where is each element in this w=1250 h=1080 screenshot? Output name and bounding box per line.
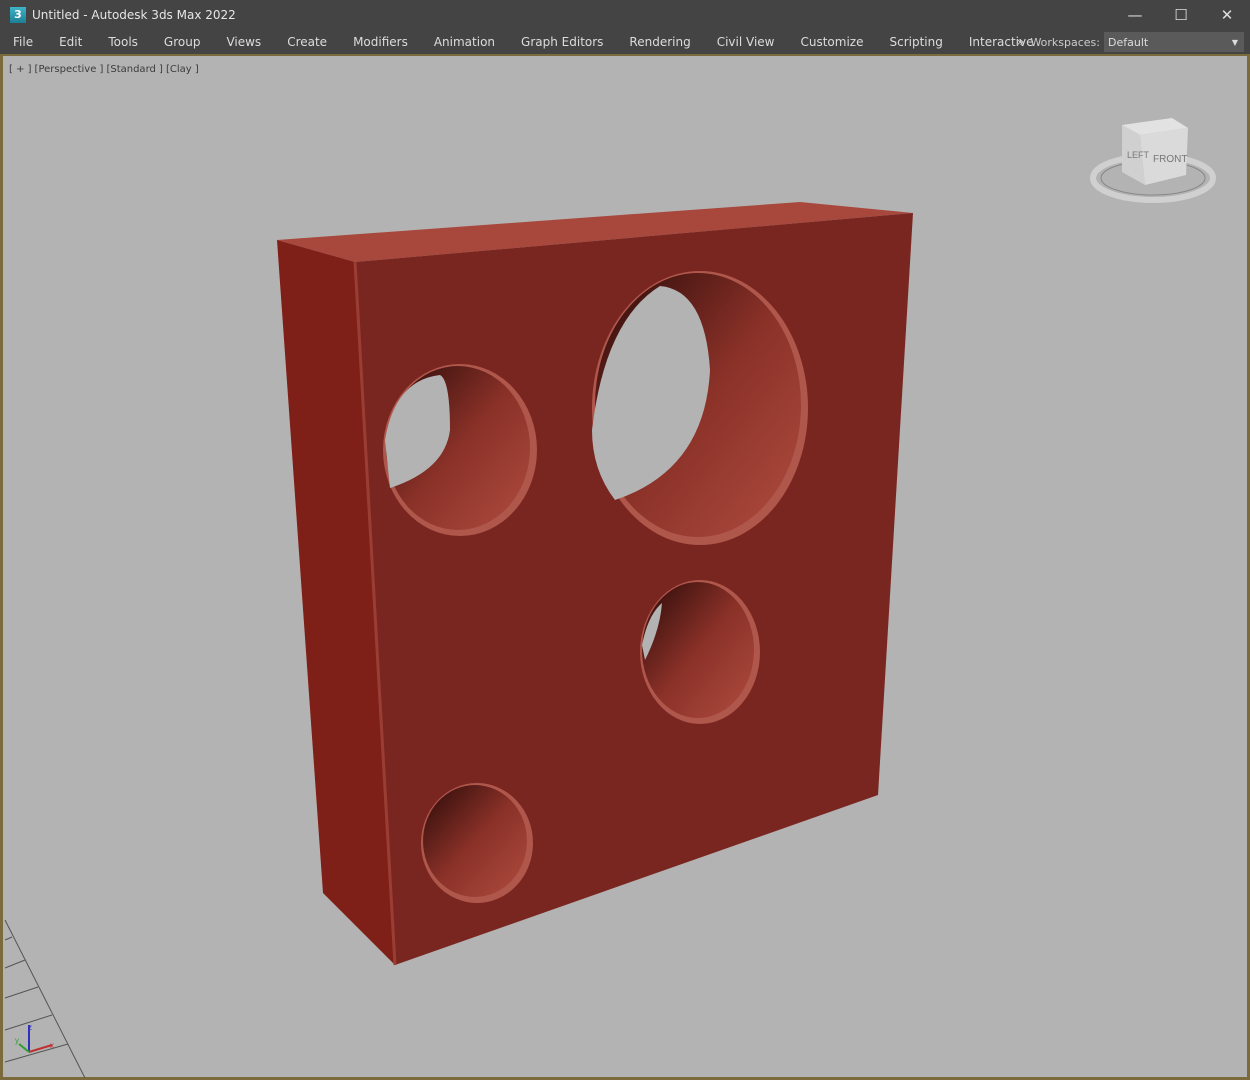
viewport-label: [ + ] [Perspective ] [Standard ] [Clay ] (9, 64, 199, 75)
hole (421, 783, 533, 903)
viewport-style-clay[interactable]: [Clay ] (166, 64, 199, 75)
viewcube-left-label[interactable]: LEFT (1127, 150, 1150, 160)
perspective-viewport[interactable]: LEFT FRONT z x y [ + ] [Perspective ] [S… (0, 54, 1250, 1080)
axis-z-label: z (28, 1023, 32, 1032)
viewport-point-of-view[interactable]: [Perspective ] (35, 64, 104, 75)
hole (640, 580, 760, 724)
grid-lines (4, 919, 86, 1079)
hole (592, 271, 808, 545)
box-object[interactable] (277, 202, 913, 966)
axis-gizmo: z x y (15, 1023, 54, 1053)
viewcube-front-label[interactable]: FRONT (1153, 154, 1187, 165)
axis-y-label: y (15, 1036, 19, 1045)
hole (383, 364, 537, 536)
viewport-menu-plus[interactable]: [ + ] (9, 64, 32, 75)
viewport-shading-standard[interactable]: [Standard ] (106, 64, 162, 75)
viewcube[interactable]: LEFT FRONT (1090, 118, 1216, 203)
scene-canvas: LEFT FRONT z x y (4, 118, 1216, 1079)
axis-x-label: x (50, 1041, 54, 1050)
